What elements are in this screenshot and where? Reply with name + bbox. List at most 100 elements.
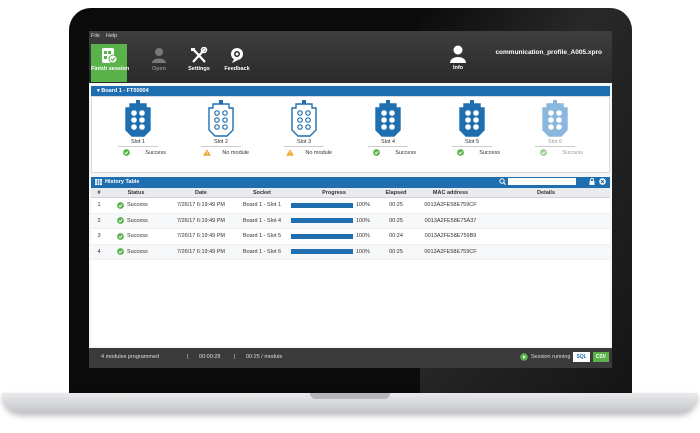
- row-date: 7/26/17 6:19:49 PM: [176, 233, 225, 240]
- tools-icon: [191, 47, 208, 63]
- app-screen: File Help Finish session Open Settings F…: [89, 31, 612, 368]
- row-elapsed: 00:24: [389, 233, 403, 240]
- row-date: 7/26/17 6:19:49 PM: [176, 202, 225, 209]
- row-socket: Board 1 - Slot 1: [242, 202, 282, 209]
- success-check-icon: [117, 232, 124, 240]
- row-socket: Board 1 - Slot 4: [242, 217, 282, 224]
- progress-fill: [291, 233, 353, 239]
- row-date: 7/26/17 6:19:49 PM: [176, 217, 225, 224]
- open-button[interactable]: Open: [141, 44, 177, 82]
- slot-1[interactable]: Slot 1 Success: [110, 100, 166, 156]
- column-header[interactable]: Elapsed: [381, 188, 411, 197]
- finish-session-label: Finish session: [91, 66, 130, 72]
- socket-icon: [542, 100, 568, 137]
- settings-label: Settings: [188, 66, 210, 72]
- slot-status-text: Success: [145, 149, 166, 156]
- column-header[interactable]: Progress: [291, 188, 377, 197]
- row-status-text: Success: [127, 217, 148, 224]
- slot-5[interactable]: Slot 5 Success: [444, 100, 500, 156]
- feedback-label: Feedback: [224, 66, 250, 72]
- row-details: [491, 229, 601, 244]
- slot-label: Slot 4: [368, 139, 408, 147]
- success-check-icon: [373, 149, 380, 156]
- slot-status: No module: [193, 149, 249, 156]
- finish-session-button[interactable]: Finish session: [91, 44, 130, 82]
- progress-bar: [291, 202, 353, 208]
- user-info-icon: [450, 45, 466, 63]
- slot-label: Slot 1: [118, 139, 158, 147]
- slot-status: Success: [110, 149, 166, 156]
- slot-status-text: Success: [395, 149, 416, 156]
- success-check-icon: [117, 248, 124, 256]
- row-mac: 0013A2FE58E759CF: [424, 248, 477, 255]
- row-mac: 0013A2FE58E759B9: [424, 233, 477, 240]
- status-bar: 4 modules programmed | 00:00:28 | 00:25 …: [89, 348, 612, 368]
- warning-icon: [285, 149, 294, 156]
- success-check-icon: [540, 149, 547, 156]
- table-row[interactable]: 2 Success 7/26/17 6:19:49 PM Board 1 - Slot…: [91, 213, 610, 229]
- row-details: [491, 198, 601, 213]
- slot-3[interactable]: Slot 3 No module: [276, 100, 332, 156]
- progress-fill: [291, 218, 353, 224]
- table-row[interactable]: 1 Success 7/26/17 6:19:49 PM Board 1 - Slot…: [91, 198, 610, 214]
- column-header[interactable]: Status: [111, 188, 161, 197]
- progress-bar: [291, 233, 353, 239]
- progress-text: 100%: [356, 233, 371, 240]
- collapse-triangle-icon: ▾: [97, 88, 100, 94]
- column-header[interactable]: #: [91, 188, 107, 197]
- board-slots-panel: Slot 1 Success Slot 2 No module Slot 3 No mod…: [91, 96, 610, 173]
- row-status: Success: [111, 198, 161, 213]
- clear-icon[interactable]: [599, 178, 606, 185]
- row-progress: 100%: [291, 198, 377, 213]
- sql-button[interactable]: SQL: [573, 352, 590, 362]
- row-socket: Board 1 - Slot 5: [242, 233, 282, 240]
- feedback-button[interactable]: Feedback: [219, 44, 255, 82]
- board-header[interactable]: ▾ Board 1 - FT00004: [91, 86, 610, 96]
- board-title: Board 1 - FT00004: [101, 88, 149, 94]
- row-status-text: Success: [127, 248, 148, 255]
- row-progress: 100%: [291, 229, 377, 244]
- slot-6[interactable]: Slot 6 Success: [527, 100, 583, 156]
- row-socket: Board 1 - Slot 6: [242, 248, 282, 255]
- socket-icon: [125, 100, 151, 137]
- slot-label: Slot 3: [284, 139, 324, 147]
- table-row[interactable]: 4 Success 7/26/17 6:19:49 PM Board 1 - Slot…: [91, 244, 610, 260]
- slot-label: Slot 5: [452, 139, 492, 147]
- socket-icon: [208, 100, 234, 137]
- row-number: 3: [97, 233, 101, 240]
- menu-file[interactable]: File: [91, 33, 100, 39]
- csv-button[interactable]: CSV: [592, 352, 609, 362]
- row-status-text: Success: [127, 233, 148, 240]
- table-row[interactable]: 3 Success 7/26/17 6:19:49 PM Board 1 - Slot…: [91, 229, 610, 245]
- socket-icon: [459, 100, 485, 137]
- slot-label: Slot 6: [535, 139, 575, 147]
- time-per-module: 00:25 / module: [246, 354, 283, 360]
- progress-text: 100%: [356, 202, 371, 209]
- menu-help[interactable]: Help: [106, 33, 117, 39]
- slot-4[interactable]: Slot 4 Success: [360, 100, 416, 156]
- column-header[interactable]: Date: [169, 188, 233, 197]
- lock-icon[interactable]: [589, 178, 595, 185]
- progress-text: 100%: [356, 248, 371, 255]
- session-status: Session running: [530, 354, 571, 360]
- info-label: Info: [452, 65, 464, 71]
- table-body: 1 Success 7/26/17 6:19:49 PM Board 1 - Slot…: [91, 198, 610, 260]
- column-header[interactable]: Details: [491, 188, 601, 197]
- slot-label: Slot 2: [201, 139, 241, 147]
- modules-programmed: 4 modules programmed: [101, 354, 160, 360]
- slot-2[interactable]: Slot 2 No module: [193, 100, 249, 156]
- history-header: History Table: [91, 177, 610, 188]
- progress-text: 100%: [356, 217, 371, 224]
- play-icon: [520, 353, 528, 361]
- progress-bar: [291, 249, 353, 255]
- column-header[interactable]: Socket: [237, 188, 287, 197]
- row-details: [491, 245, 601, 260]
- info-button[interactable]: Info: [445, 45, 471, 71]
- success-check-icon: [123, 149, 130, 156]
- menu-bar: File Help: [91, 33, 117, 39]
- history-search-input[interactable]: [508, 178, 576, 185]
- settings-button[interactable]: Settings: [181, 44, 217, 82]
- slot-status: Success: [360, 149, 416, 156]
- column-header[interactable]: MAC address: [413, 188, 488, 197]
- row-number: 1: [97, 202, 101, 209]
